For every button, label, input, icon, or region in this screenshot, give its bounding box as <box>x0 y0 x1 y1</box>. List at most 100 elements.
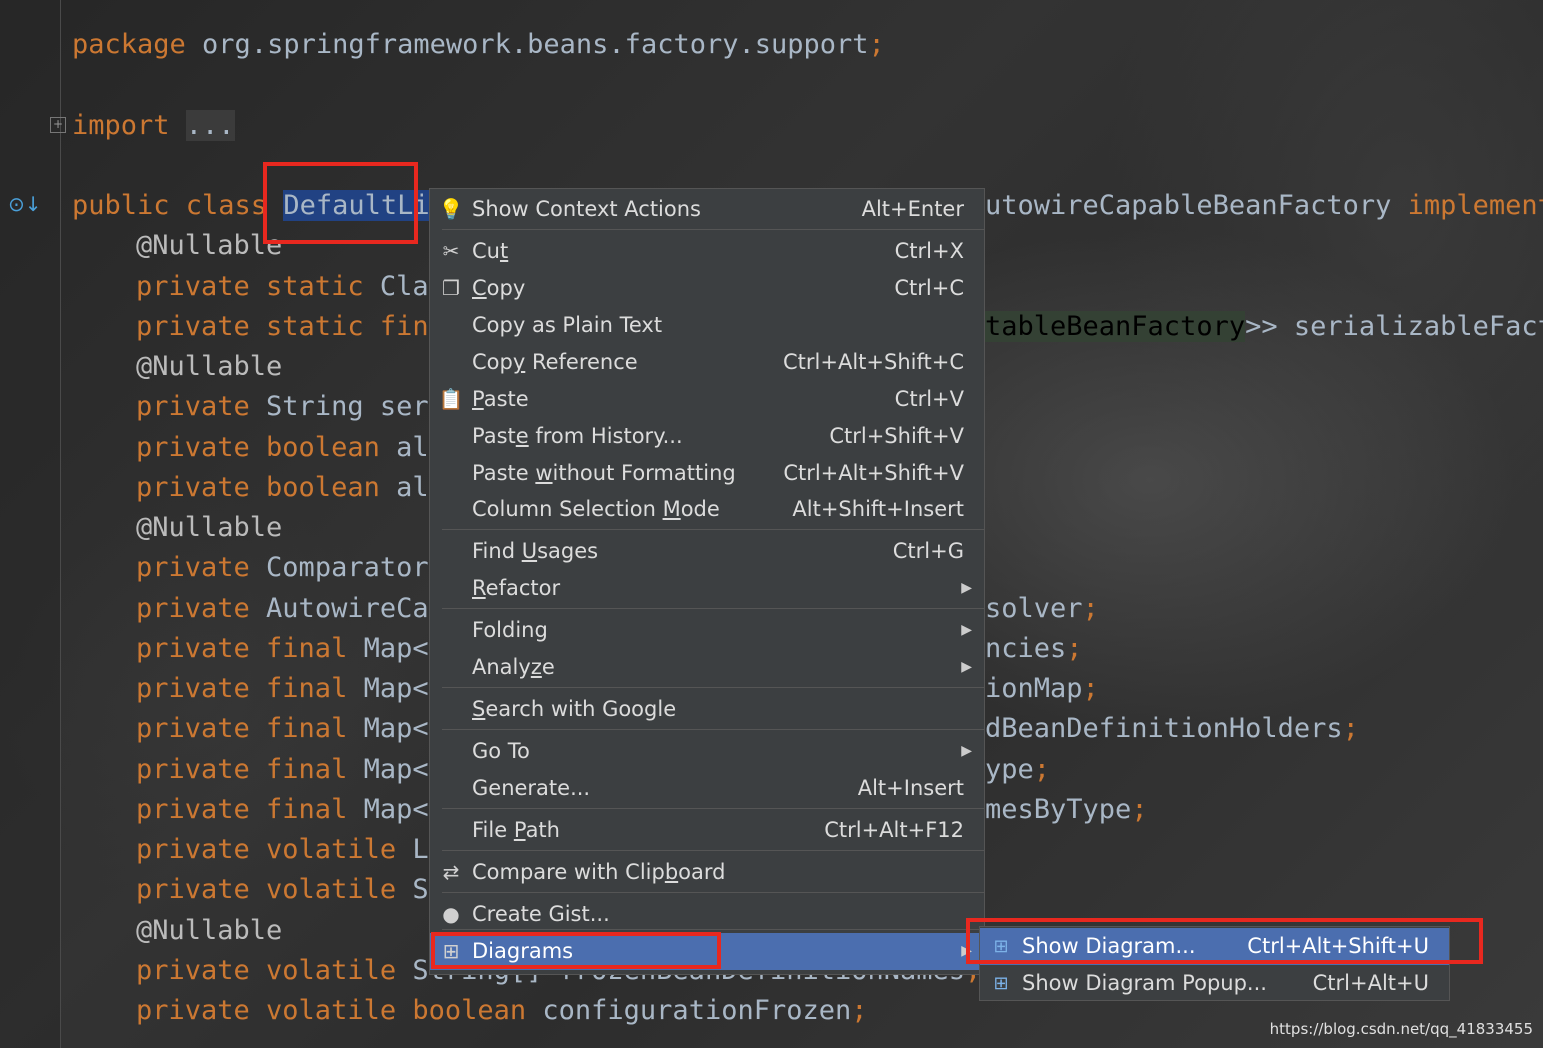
menu-item-shortcut: Ctrl+Alt+Shift+V <box>783 461 964 485</box>
highlight-box-show-diagram <box>966 918 1483 964</box>
menu-item-shortcut: Alt+Insert <box>857 776 964 800</box>
menu-item-label: Search with Google <box>472 697 677 721</box>
menu-item-find-usages[interactable]: Find Usages Ctrl+G <box>430 533 984 570</box>
code-token: ; <box>1131 794 1148 825</box>
menu-item-paste-from-history[interactable]: Paste from History... Ctrl+Shift+V <box>430 418 984 455</box>
menu-item-paste-without-formatting[interactable]: Paste without Formatting Ctrl+Alt+Shift+V <box>430 455 984 492</box>
menu-item-label: Folding <box>472 618 548 642</box>
code-token: private boolean <box>136 432 397 463</box>
menu-item-label: Refactor <box>472 576 561 600</box>
code-token: package <box>72 29 203 60</box>
code-token: ; <box>1033 754 1051 785</box>
code-line: @Nullable <box>136 347 282 387</box>
menu-item-label: Cut <box>472 239 509 263</box>
submenu-arrow-icon: ▶ <box>961 622 972 638</box>
clipboard-icon: 📋 <box>438 387 464 411</box>
menu-item-generate[interactable]: Generate... Alt+Insert <box>430 770 984 807</box>
lightbulb-icon: 💡 <box>438 197 464 221</box>
menu-item-label: Generate... <box>472 776 591 800</box>
code-token: ; <box>1066 633 1083 664</box>
code-line: private final Map<( <box>136 629 445 669</box>
editor-gutter <box>0 0 61 1048</box>
menu-item-shortcut: Alt+Shift+Insert <box>792 497 964 521</box>
menu-separator <box>442 229 984 230</box>
code-token: private static fina <box>136 311 445 342</box>
code-token: al <box>396 472 429 503</box>
menu-item-shortcut: Ctrl+C <box>894 276 964 300</box>
code-token: dBeanDefinitionHolders <box>985 713 1343 744</box>
code-line: private final Map<S <box>136 709 445 749</box>
code-token: ; <box>1082 593 1099 624</box>
code-line-fragment: dBeanDefinitionHolders; <box>985 709 1359 749</box>
code-token: private final <box>136 794 364 825</box>
code-token: @Nullable <box>136 915 283 946</box>
code-token: ... <box>185 110 235 141</box>
code-token: private volatile <box>136 955 413 986</box>
copy-icon: ❐ <box>442 276 460 300</box>
highlight-box-class-name <box>263 162 418 244</box>
code-line-fragment: utowireCapableBeanFactory implement <box>985 186 1543 226</box>
code-token: tableBeanFactory <box>985 311 1246 342</box>
code-token: ype <box>985 754 1034 785</box>
github-icon: ● <box>442 902 460 926</box>
menu-item-label: Copy as Plain Text <box>472 313 663 337</box>
code-line: private String ser <box>136 387 429 427</box>
menu-separator <box>442 850 984 851</box>
submenu-arrow-icon: ▶ <box>961 659 972 675</box>
menu-item-column-selection-mode[interactable]: Column Selection Mode Alt+Shift+Insert <box>430 491 984 528</box>
highlight-box-diagrams <box>431 932 721 969</box>
menu-separator <box>442 729 984 730</box>
menu-item-copy[interactable]: ❐ Copy Ctrl+C <box>430 270 984 307</box>
code-token: configurationFrozen <box>542 995 852 1026</box>
menu-item-copy-as-plain-text[interactable]: Copy as Plain Text <box>430 307 984 344</box>
code-token: private volatile boolean <box>136 995 543 1026</box>
code-line-fragment: ncies; <box>985 629 1083 669</box>
code-line-fragment: solver; <box>985 589 1099 629</box>
code-line: private boolean al <box>136 428 429 468</box>
menu-item-label: Analyze <box>472 655 555 679</box>
menu-item-search-with-google[interactable]: Search with Google <box>430 691 984 728</box>
menu-item-shortcut: Ctrl+X <box>894 239 964 263</box>
menu-item-shortcut: Ctrl+Alt+F12 <box>824 818 964 842</box>
code-token: al <box>396 432 429 463</box>
menu-separator <box>442 808 984 809</box>
menu-item-copy-reference[interactable]: Copy Reference Ctrl+Alt+Shift+C <box>430 344 984 381</box>
menu-item-analyze[interactable]: Analyze ▶ <box>430 649 984 686</box>
code-token: private final <box>136 633 364 664</box>
menu-separator <box>442 608 984 609</box>
menu-separator <box>442 529 984 530</box>
menu-separator <box>442 687 984 688</box>
menu-item-shortcut: Ctrl+Alt+Shift+C <box>783 350 964 374</box>
menu-item-refactor[interactable]: Refactor ▶ <box>430 570 984 607</box>
code-line: package org.springframework.beans.factor… <box>72 25 885 65</box>
code-line-fragment: tableBeanFactory>> serializableFact <box>985 307 1543 347</box>
menu-item-create-gist[interactable]: ● Create Gist... <box>430 896 984 933</box>
menu-item-shortcut: Ctrl+Shift+V <box>829 424 964 448</box>
menu-item-label: Copy <box>472 276 526 300</box>
submenu-arrow-icon: ▶ <box>961 743 972 759</box>
code-token: @Nullable <box>136 512 283 543</box>
menu-item-file-path[interactable]: File Path Ctrl+Alt+F12 <box>430 812 984 849</box>
menu-item-label: Copy Reference <box>472 350 638 374</box>
diagram-icon: ⊞ <box>993 973 1009 994</box>
menu-item-go-to[interactable]: Go To ▶ <box>430 733 984 770</box>
menu-item-cut[interactable]: ✂ Cut Ctrl+X <box>430 233 984 270</box>
code-token: private <box>136 593 267 624</box>
fold-expand-icon[interactable]: + <box>50 117 66 133</box>
code-line-fragment: mesByType; <box>985 790 1148 830</box>
implementation-marker-icon[interactable]: ⊙↓ <box>8 192 42 220</box>
submenu-item-shortcut: Ctrl+Alt+U <box>1312 971 1429 995</box>
menu-item-compare-with-clipboard[interactable]: ⇄ Compare with Clipboard <box>430 854 984 891</box>
menu-item-paste[interactable]: 📋 Paste Ctrl+V <box>430 381 984 418</box>
code-line: private volatile Se <box>136 870 445 910</box>
menu-item-label: Create Gist... <box>472 902 610 926</box>
code-token: ncies <box>985 633 1067 664</box>
menu-item-label: File Path <box>472 818 560 842</box>
watermark-text: https://blog.csdn.net/qq_41833455 <box>1269 1020 1533 1038</box>
menu-item-show-context-actions[interactable]: 💡 Show Context Actions Alt+Enter <box>430 191 984 228</box>
menu-item-folding[interactable]: Folding ▶ <box>430 612 984 649</box>
submenu-item-show-diagram-popup[interactable]: ⊞ Show Diagram Popup... Ctrl+Alt+U <box>980 965 1449 1002</box>
code-line: private AutowireCan <box>136 589 445 629</box>
code-line: import ... <box>72 106 235 146</box>
code-line: private final Map<( <box>136 790 445 830</box>
